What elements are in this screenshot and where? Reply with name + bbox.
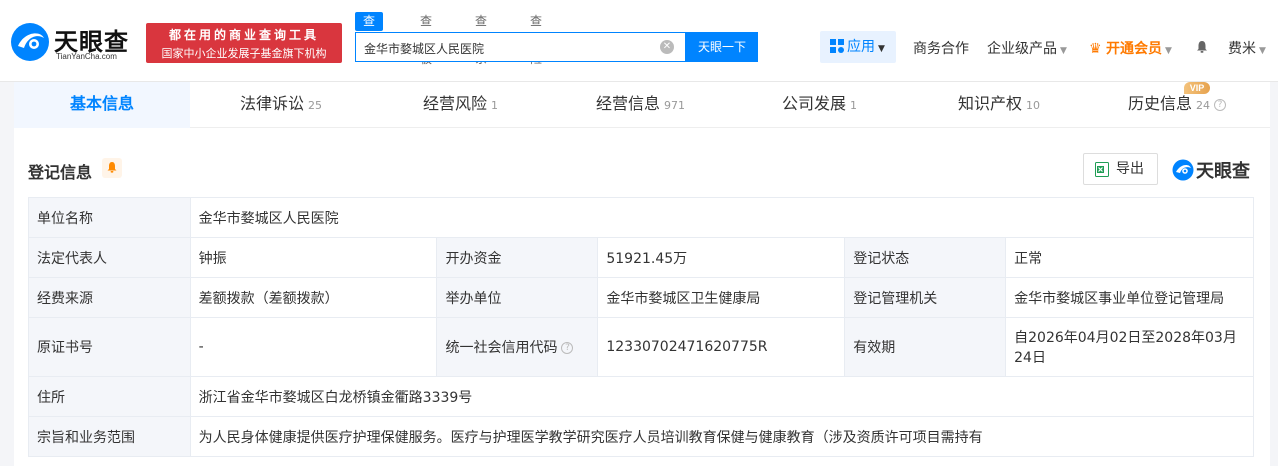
tab-business-info[interactable]: 经营信息 971 [596,82,685,128]
registration-table: 单位名称 金华市婺城区人民医院 法定代表人 钟振 开办资金 51921.45万 … [28,197,1255,457]
tab-legal[interactable]: 法律诉讼 25 [240,82,322,128]
promo-line-2: 国家中小企业发展子基金旗下机构 [161,47,327,60]
brand-watermark: 天眼查 [1172,157,1256,182]
nav-vip-label: 开通会员 [1106,41,1163,57]
table-row: 住所 浙江省金华市婺城区白龙桥镇金衢路3339号 [28,376,1255,417]
tab-count: 1 [491,99,499,112]
apps-menu[interactable]: 应用 ▼ [820,31,896,63]
credit-code-cell: 统一社会信用代码? [436,317,599,377]
search-tab-risk[interactable]: 查风险 [530,12,542,66]
help-icon[interactable]: ? [561,342,574,354]
brand-text: 天眼查 [1196,161,1250,182]
legal-rep-label: 法定代表人 [28,237,191,278]
capital-label: 开办资金 [436,237,599,278]
unit-name-value: 金华市婺城区人民医院 [189,197,1255,238]
site-logo[interactable]: 天眼查 TianYanCha.com [10,22,138,64]
organizer-label: 举办单位 [436,277,599,318]
tab-count: 1 [850,99,858,112]
cert-value: - [189,317,438,377]
tab-count: 25 [308,99,323,112]
legal-rep-value[interactable]: 钟振 [189,237,438,278]
user-menu[interactable]: 费米 ▼ [1228,38,1266,58]
table-row: 经费来源 差额拨款（差额拨款） 举办单位 金华市婺城区卫生健康局 登记管理机关 … [28,277,1254,318]
nav-enterprise-label: 企业级产品 [987,41,1057,57]
search-input[interactable]: 金华市婺城区人民医院 ✕ [355,32,686,62]
table-row: 原证书号 - 统一社会信用代码? 12330702471620775R 有效期 … [28,317,1254,377]
tab-label: 经营风险 [423,94,488,113]
chevron-down-icon: ▼ [1259,46,1266,56]
user-name: 费米 [1228,41,1256,57]
tab-development[interactable]: 公司发展 1 [782,82,857,128]
cert-label: 原证书号 [28,317,191,377]
validity-value: 自2026年04月02日至2028年03月24日 [1005,317,1254,377]
tab-history[interactable]: 历史信息 24? [1128,82,1227,128]
status-label: 登记状态 [844,237,1007,278]
promo-line-1: 都在用的商业查询工具 [168,28,319,42]
credit-code-label: 统一社会信用代码 [445,340,558,356]
funding-value: 差额拨款（差额拨款） [189,277,438,318]
search-button[interactable]: 天眼一下 [686,32,758,62]
top-bar: 天眼查 TianYanCha.com 都在用的商业查询工具 国家中小企业发展子基… [0,0,1278,82]
tab-business-risk[interactable]: 经营风险 1 [423,82,498,128]
promo-banner[interactable]: 都在用的商业查询工具 国家中小企业发展子基金旗下机构 [146,23,342,63]
scope-value: 为人民身体健康提供医疗护理保健服务。医疗与护理医学教学研究医疗人员培训教育保健与… [189,416,1255,457]
authority-value: 金华市婺城区事业单位登记管理局 [1005,277,1254,318]
search-input-value: 金华市婺城区人民医院 [364,42,485,56]
crown-icon: ♛ [1089,41,1102,57]
apps-label: 应用 [847,39,875,55]
unit-name-label: 单位名称 [28,197,191,238]
address-value: 浙江省金华市婺城区白龙桥镇金衢路3339号 [189,376,1255,417]
export-button[interactable]: 导出 [1083,153,1158,185]
bell-icon[interactable] [1196,40,1208,53]
vip-badge: VIP [1184,82,1210,94]
address-label: 住所 [28,376,191,417]
detail-tabs: 基本信息 法律诉讼 25 经营风险 1 经营信息 971 公司发展 1 知识产权 10 历… [14,82,1270,128]
company-detail-panel: 基本信息 法律诉讼 25 经营风险 1 经营信息 971 公司发展 1 知识产权 10 历… [14,82,1270,466]
tab-label: 经营信息 [596,94,661,113]
validity-label: 有效期 [844,317,1007,377]
table-row: 宗旨和业务范围 为人民身体健康提供医疗护理保健服务。医疗与护理医学教学研究医疗人… [28,416,1255,457]
subscribe-bell-icon[interactable] [102,158,122,178]
chevron-down-icon: ▼ [1060,46,1067,56]
chevron-down-icon: ▼ [1165,46,1172,56]
search-tab-relation[interactable]: 查关系 [475,12,487,66]
excel-icon [1095,162,1109,177]
tab-count: 24 [1196,99,1211,112]
table-row: 单位名称 金华市婺城区人民医院 [28,197,1255,238]
funding-label: 经费来源 [28,277,191,318]
authority-label: 登记管理机关 [844,277,1007,318]
tab-count: 10 [1026,99,1041,112]
apps-grid-icon [830,39,844,53]
capital-value: 51921.45万 [597,237,846,278]
organizer-value[interactable]: 金华市婺城区卫生健康局 [597,277,846,318]
tab-basic-info[interactable]: 基本信息 [14,82,190,128]
search-tab-company[interactable]: 查公司 [355,12,384,66]
section-title: 登记信息 [28,163,93,182]
tab-label: 法律诉讼 [240,94,305,113]
nav-enterprise[interactable]: 企业级产品 ▼ [987,38,1067,58]
logo-domain: TianYanCha.com [56,52,117,61]
table-row: 法定代表人 钟振 开办资金 51921.45万 登记状态 正常 [28,237,1254,278]
chevron-down-icon: ▼ [878,44,885,54]
clear-icon[interactable]: ✕ [660,40,674,54]
tianyancha-logo-icon [11,23,49,61]
nav-business[interactable]: 商务合作 [913,38,969,58]
search-tab-boss[interactable]: 查老板 [420,12,432,66]
scope-label: 宗旨和业务范围 [28,416,191,457]
help-icon: ? [1214,98,1227,111]
tab-ip[interactable]: 知识产权 10 [958,82,1040,128]
tab-label: 基本信息 [69,94,134,113]
status-value: 正常 [1005,237,1254,278]
tab-label: 公司发展 [782,94,847,113]
nav-vip[interactable]: ♛ 开通会员 ▼ [1089,38,1172,58]
tab-label: 知识产权 [958,94,1023,113]
credit-code-value: 12330702471620775R [597,317,846,377]
tab-label: 历史信息 [1128,94,1193,113]
tab-count: 971 [664,99,686,112]
tianyancha-logo-icon [1172,159,1194,181]
export-label: 导出 [1116,161,1144,177]
